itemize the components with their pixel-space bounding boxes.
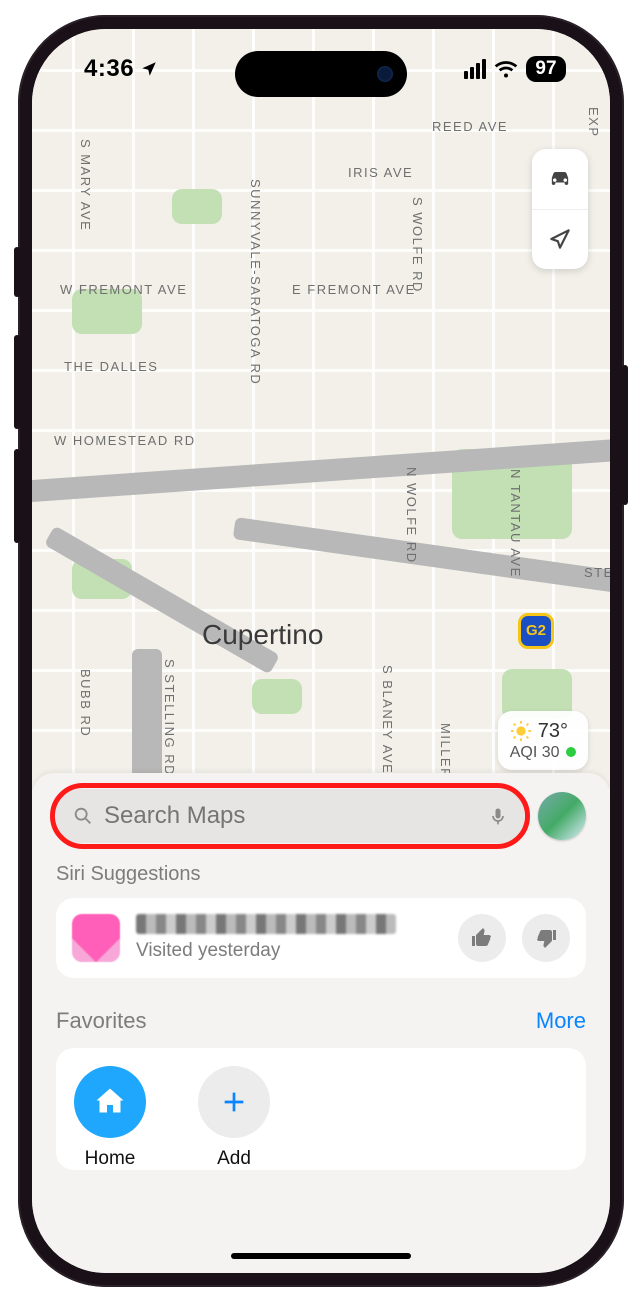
bottom-sheet[interactable]: Siri Suggestions Visited yesterday Favor…	[32, 773, 610, 1273]
map-canvas[interactable]: REED AVE IRIS AVE E FREMONT AVE W FREMON…	[32, 29, 610, 799]
sun-icon	[510, 720, 532, 742]
locate-me-button[interactable]	[532, 209, 588, 269]
suggestion-subtitle: Visited yesterday	[136, 940, 442, 962]
location-services-icon	[140, 60, 158, 78]
home-indicator[interactable]	[231, 1253, 411, 1259]
thumbs-down-button[interactable]	[522, 914, 570, 962]
search-field[interactable]	[56, 789, 524, 843]
weather-temp: 73°	[538, 719, 568, 743]
city-label: Cupertino	[202, 619, 323, 651]
location-arrow-icon	[547, 226, 573, 252]
street-label: EXP	[586, 107, 601, 138]
street-label: S WOLFE RD	[410, 197, 425, 293]
favorite-add-label: Add	[217, 1148, 251, 1170]
suggestion-thumbnail	[72, 914, 120, 962]
street-label: STE	[584, 565, 610, 580]
street-label: SUNNYVALE-SARATOGA RD	[248, 179, 263, 385]
favorites-card: Home Add	[56, 1048, 586, 1170]
street-label: S STELLING RD	[162, 659, 177, 776]
thumbs-up-icon	[470, 926, 494, 950]
street-label: THE DALLES	[64, 359, 158, 374]
favorites-heading: Favorites	[56, 1008, 146, 1034]
siri-suggestions-heading: Siri Suggestions	[56, 863, 586, 886]
weather-widget[interactable]: 73° AQI 30	[498, 711, 588, 770]
plus-icon	[218, 1086, 250, 1118]
weather-aqi: AQI 30	[510, 744, 560, 761]
street-label: W HOMESTEAD RD	[54, 433, 196, 448]
favorite-home[interactable]: Home	[74, 1066, 146, 1170]
microphone-icon[interactable]	[488, 804, 508, 828]
wifi-icon	[494, 59, 518, 79]
street-label: W FREMONT AVE	[60, 282, 187, 297]
cell-signal-icon	[464, 59, 486, 79]
dynamic-island	[235, 51, 407, 97]
home-icon	[92, 1084, 128, 1120]
driving-mode-button[interactable]	[532, 149, 588, 209]
favorites-more-button[interactable]: More	[536, 1008, 586, 1034]
search-input[interactable]	[104, 802, 488, 830]
suggestion-title-redacted	[136, 914, 396, 934]
street-label: REED AVE	[432, 119, 508, 134]
status-time: 4:36	[84, 55, 134, 83]
siri-suggestion-card[interactable]: Visited yesterday	[56, 898, 586, 978]
street-label: S BLANEY AVE	[380, 665, 395, 774]
street-label: BUBB RD	[78, 669, 93, 737]
route-shield: G2	[518, 613, 554, 649]
thumbs-down-icon	[534, 926, 558, 950]
street-label: N WOLFE RD	[404, 467, 419, 564]
car-icon	[546, 165, 574, 193]
favorite-add[interactable]: Add	[198, 1066, 270, 1170]
favorite-home-label: Home	[85, 1148, 136, 1170]
street-label: E FREMONT AVE	[292, 282, 416, 297]
battery-level: 97	[526, 56, 566, 82]
street-label: S MARY AVE	[78, 139, 93, 231]
street-label: N TANTAU AVE	[508, 469, 523, 578]
aqi-dot-icon	[566, 747, 576, 757]
search-icon	[72, 805, 94, 827]
thumbs-up-button[interactable]	[458, 914, 506, 962]
profile-avatar[interactable]	[538, 792, 586, 840]
street-label: IRIS AVE	[348, 165, 413, 180]
